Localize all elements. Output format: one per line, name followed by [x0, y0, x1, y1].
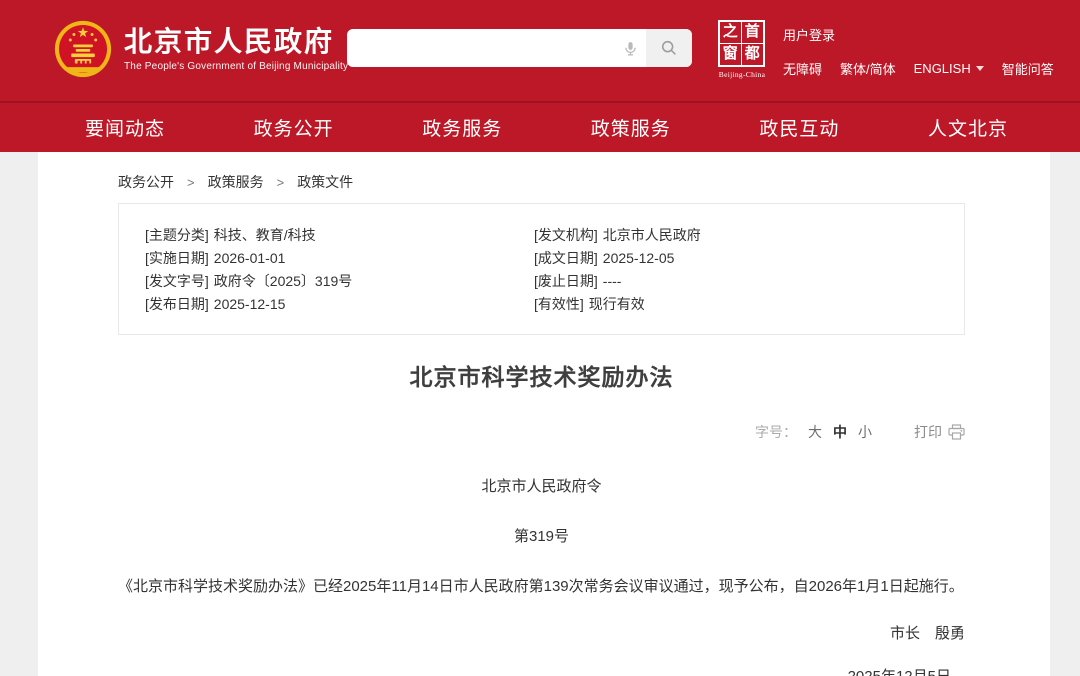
font-size-medium-button[interactable]: 中 — [833, 422, 847, 442]
metadata-box: [主题分类] 科技、教育/科技 [实施日期] 2026-01-01 [发文字号] 政府… — [118, 203, 965, 335]
meta-value: 现行有效 — [589, 296, 645, 312]
seal-char: 首 — [742, 22, 764, 44]
search-bar — [347, 29, 692, 67]
font-size-label: 字号： — [755, 422, 797, 442]
national-emblem-icon — [54, 20, 112, 78]
smart-qa-link[interactable]: 智能问答 — [1002, 59, 1054, 78]
meta-value: ---- — [603, 273, 622, 289]
metadata-right-column: [发文机构] 北京市人民政府 [成文日期] 2025-12-05 [废止日期] ---… — [534, 224, 954, 316]
content-panel: 政务公开 > 政策服务 > 政策文件 [主题分类] 科技、教育/科技 [实施日期] 2026… — [38, 152, 1050, 676]
meta-row-doc-number: [发文字号] 政府令〔2025〕319号 — [145, 270, 534, 293]
microphone-icon — [622, 40, 639, 57]
capital-window-seal-icon: 之 首 窗 都 — [718, 20, 765, 67]
decree-number: 第319号 — [118, 525, 965, 548]
meta-value: 2025-12-05 — [603, 250, 675, 266]
meta-row-validity: [有效性] 现行有效 — [534, 293, 954, 316]
meta-row-issuing-agency: [发文机构] 北京市人民政府 — [534, 224, 954, 247]
nav-item-culture-beijing[interactable]: 人文北京 — [928, 114, 1008, 141]
header-links: 用户登录 无障碍 繁体/简体 ENGLISH 智能问答 — [783, 25, 1054, 78]
meta-label: [发文字号] — [145, 273, 209, 289]
nav-item-gov-disclosure[interactable]: 政务公开 — [254, 114, 334, 141]
search-button[interactable] — [646, 29, 692, 67]
dropdown-arrow-icon — [976, 66, 984, 71]
english-label: ENGLISH — [914, 61, 971, 76]
seal-char: 窗 — [720, 44, 742, 66]
meta-row-publish-date: [发布日期] 2025-12-15 — [145, 293, 534, 316]
breadcrumb: 政务公开 > 政策服务 > 政策文件 — [118, 152, 965, 192]
accessibility-link[interactable]: 无障碍 — [783, 59, 822, 78]
site-logo[interactable]: 北京市人民政府 The People's Government of Beiji… — [54, 20, 348, 78]
document-body: 北京市人民政府令 第319号 《北京市科学技术奖励办法》已经2025年11月14… — [118, 475, 965, 676]
page: 北京市人民政府 The People's Government of Beiji… — [0, 0, 1080, 676]
user-login-link[interactable]: 用户登录 — [783, 25, 835, 44]
meta-row-signed-date: [成文日期] 2025-12-05 — [534, 247, 954, 270]
breadcrumb-item-policy-documents[interactable]: 政策文件 — [297, 174, 353, 190]
meta-row-repeal-date: [废止日期] ---- — [534, 270, 954, 293]
breadcrumb-separator: > — [277, 175, 285, 190]
meta-label: [主题分类] — [145, 227, 209, 243]
voice-search-button[interactable] — [614, 29, 646, 67]
meta-label: [有效性] — [534, 296, 584, 312]
traditional-simplified-link[interactable]: 繁体/简体 — [840, 59, 896, 78]
meta-row-topic: [主题分类] 科技、教育/科技 — [145, 224, 534, 247]
printer-icon — [948, 424, 965, 440]
content-inner: 政务公开 > 政策服务 > 政策文件 [主题分类] 科技、教育/科技 [实施日期] 2026… — [38, 152, 1050, 676]
nav-item-news[interactable]: 要闻动态 — [85, 114, 165, 141]
main-nav: 要闻动态 政务公开 政务服务 政策服务 政民互动 人文北京 — [0, 101, 1080, 152]
site-subtitle: The People's Government of Beijing Munic… — [124, 61, 348, 72]
date-line: 2025年12月5日 — [118, 665, 965, 676]
english-link[interactable]: ENGLISH — [914, 61, 984, 76]
decree-issuer: 北京市人民政府令 — [118, 475, 965, 498]
meta-value: 科技、教育/科技 — [214, 227, 316, 243]
document-title: 北京市科学技术奖励办法 — [118, 362, 965, 393]
meta-value: 2026-01-01 — [214, 250, 286, 266]
search-icon — [660, 39, 678, 57]
breadcrumb-item-gov-disclosure[interactable]: 政务公开 — [118, 174, 174, 190]
seal-caption: Beijing-China — [718, 70, 766, 79]
breadcrumb-item-policy-services[interactable]: 政策服务 — [208, 174, 264, 190]
search-input[interactable] — [347, 29, 614, 67]
print-button[interactable]: 打印 — [914, 422, 965, 442]
seal-char: 都 — [742, 44, 764, 66]
metadata-left-column: [主题分类] 科技、教育/科技 [实施日期] 2026-01-01 [发文字号] 政府… — [145, 224, 534, 316]
meta-label: [发布日期] — [145, 296, 209, 312]
quick-links: 无障碍 繁体/简体 ENGLISH 智能问答 — [783, 59, 1054, 78]
font-size-small-button[interactable]: 小 — [858, 422, 872, 442]
meta-row-effective-date: [实施日期] 2026-01-01 — [145, 247, 534, 270]
decree-paragraph: 《北京市科学技术奖励办法》已经2025年11月14日市人民政府第139次常务会议… — [118, 575, 965, 598]
logo-text: 北京市人民政府 The People's Government of Beiji… — [124, 26, 348, 72]
meta-value: 2025-12-15 — [214, 296, 286, 312]
font-size-large-button[interactable]: 大 — [808, 422, 822, 442]
meta-value: 政府令〔2025〕319号 — [214, 273, 353, 289]
meta-value: 北京市人民政府 — [603, 227, 701, 243]
capital-window-logo[interactable]: 之 首 窗 都 Beijing-China — [718, 20, 766, 79]
nav-item-public-interaction[interactable]: 政民互动 — [759, 114, 839, 141]
seal-char: 之 — [720, 22, 742, 44]
site-title: 北京市人民政府 — [124, 26, 348, 58]
meta-label: [发文机构] — [534, 227, 598, 243]
breadcrumb-separator: > — [187, 175, 195, 190]
site-header: 北京市人民政府 The People's Government of Beiji… — [0, 0, 1080, 101]
document-toolbar: 字号： 大 中 小 打印 — [118, 422, 965, 442]
print-label: 打印 — [914, 422, 942, 442]
nav-item-gov-services[interactable]: 政务服务 — [422, 114, 502, 141]
meta-label: [废止日期] — [534, 273, 598, 289]
nav-item-policy-services[interactable]: 政策服务 — [591, 114, 671, 141]
meta-label: [实施日期] — [145, 250, 209, 266]
meta-label: [成文日期] — [534, 250, 598, 266]
signature-line: 市长 殷勇 — [118, 622, 965, 645]
